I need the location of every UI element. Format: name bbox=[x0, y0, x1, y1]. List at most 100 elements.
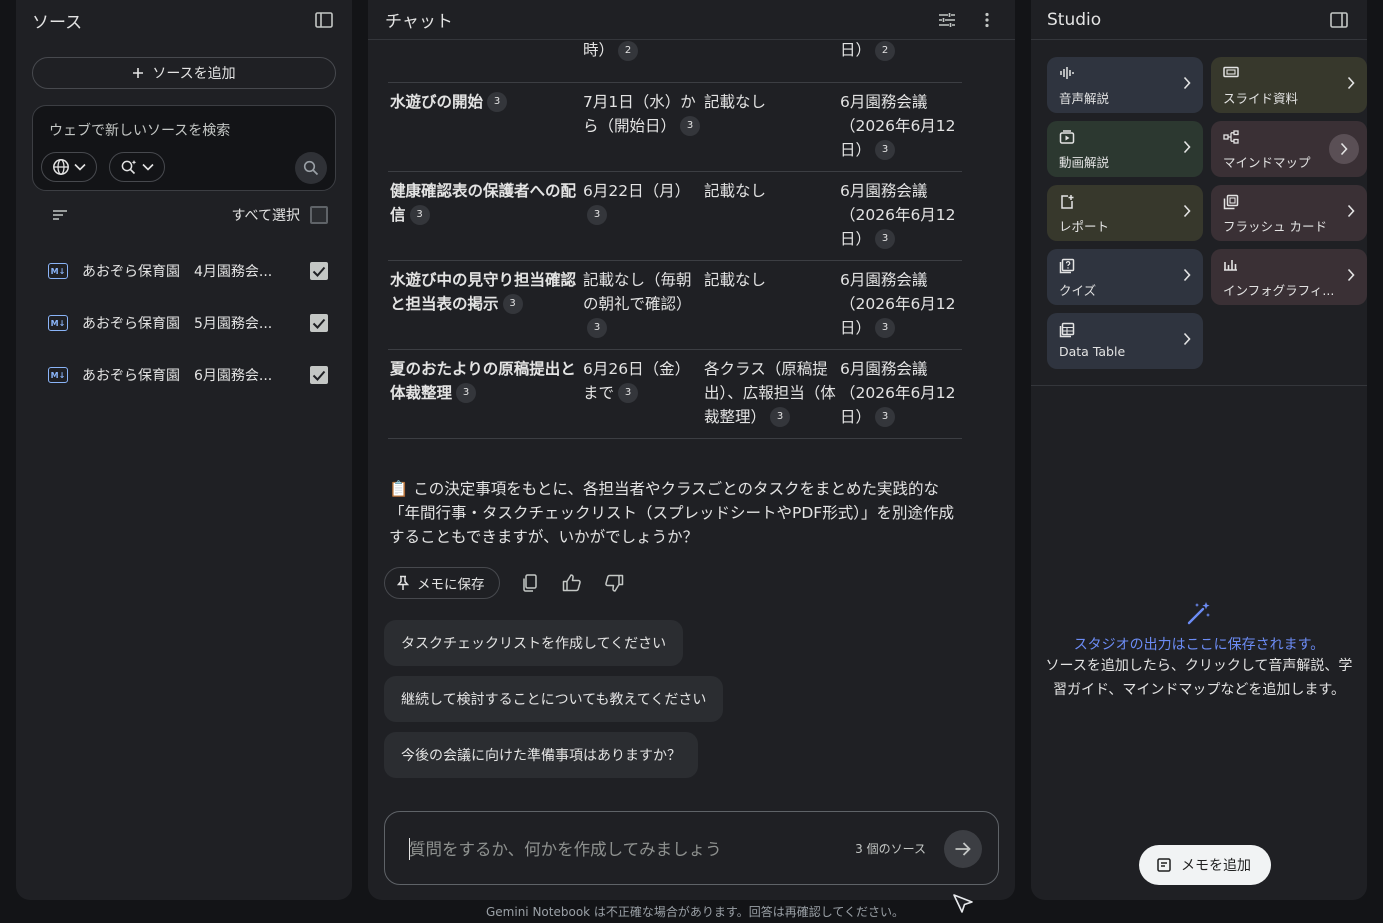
suggested-question-chip[interactable]: タスクチェックリストを作成してください bbox=[384, 620, 684, 666]
studio-tile-slides[interactable]: スライド資料 bbox=[1211, 57, 1367, 113]
studio-tile-infographic[interactable]: インフォグラフィ... bbox=[1211, 249, 1367, 305]
citation-chip[interactable]: 2 bbox=[618, 41, 639, 61]
chevron-right-icon[interactable] bbox=[1329, 134, 1359, 164]
source-count-label: 3 個のソース bbox=[855, 842, 926, 856]
web-search-box[interactable]: ウェブで新しいソースを検索 bbox=[32, 105, 336, 191]
citation-chip[interactable]: 3 bbox=[409, 205, 430, 225]
web-source-dropdown[interactable] bbox=[41, 152, 97, 182]
studio-tile-data-table[interactable]: Data Table bbox=[1047, 313, 1203, 369]
table-cell: 6月22日（月） 3 bbox=[581, 171, 702, 261]
citation-chip[interactable]: 3 bbox=[487, 92, 508, 112]
source-title: あおぞら保育園 6月園務会... bbox=[82, 368, 273, 384]
citation-chip[interactable]: 3 bbox=[875, 318, 896, 338]
citation-chip[interactable]: 3 bbox=[770, 407, 791, 427]
citation-chip[interactable]: 3 bbox=[618, 383, 639, 403]
studio-tile-mindmap[interactable]: マインドマップ bbox=[1211, 121, 1367, 177]
save-to-note-button[interactable]: メモに保存 bbox=[384, 567, 500, 599]
citation-chip[interactable]: 3 bbox=[875, 140, 896, 160]
more-vert-icon[interactable] bbox=[975, 8, 999, 32]
research-mode-dropdown[interactable] bbox=[109, 152, 165, 182]
suggested-question-chip[interactable]: 今後の会議に向けた準備事項はありますか？ bbox=[384, 732, 698, 778]
chevron-down-icon bbox=[74, 163, 86, 171]
table-cell: 記載なし bbox=[702, 171, 838, 261]
cell-text: （2026年5月15日） bbox=[840, 41, 872, 59]
studio-empty-body: ソースを追加したら、クリックして音声解説、学習ガイド、マインドマップなどを追加し… bbox=[1045, 658, 1353, 698]
add-source-button[interactable]: ソースを追加 bbox=[32, 57, 336, 89]
answer-paragraph: 📋 この決定事項をもとに、各担当者やクラスごとのタスクをまとめた実践的な「年間行… bbox=[389, 480, 954, 546]
source-checkbox[interactable] bbox=[310, 366, 328, 384]
report-icon bbox=[1059, 194, 1191, 210]
thumbs-up-icon[interactable] bbox=[560, 571, 584, 595]
source-list: M↓ あおぞら保育園 4月園務会... M↓ あおぞら保育園 5月園務会... … bbox=[16, 245, 352, 401]
table-cell: 6月園務会議（2026年6月12日） 3 bbox=[838, 349, 962, 439]
table-cell: 6月園務会議（2026年6月12日） 3 bbox=[838, 260, 962, 350]
chevron-down-icon bbox=[142, 163, 154, 171]
search-submit-button[interactable] bbox=[295, 152, 327, 184]
studio-panel: Studio 音声解説 スライド資料 動画解説 マインドマップ レポート フラッ… bbox=[1031, 0, 1367, 900]
cell-text: 水遊び中の見守り担当確認と担当表の掲示 bbox=[390, 270, 577, 313]
arrow-right-icon bbox=[954, 841, 972, 857]
studio-empty-title: スタジオの出力はここに保存されます。 bbox=[1073, 637, 1325, 653]
citation-chip[interactable]: 3 bbox=[587, 205, 607, 225]
cell-text: 水遊びの開始 bbox=[390, 92, 484, 111]
add-note-button[interactable]: メモを追加 bbox=[1139, 845, 1271, 885]
table-cell: 7月1日（水）から（開始日） 3 bbox=[581, 82, 702, 172]
tile-label: レポート bbox=[1059, 219, 1110, 234]
citation-chip[interactable]: 3 bbox=[502, 294, 523, 314]
source-checkbox[interactable] bbox=[310, 262, 328, 280]
cell-text: 7月1日（水）から（開始日） bbox=[583, 92, 696, 135]
table-cell: 各クラス（原稿提出）、広報担当（体裁整理） 3 bbox=[702, 349, 838, 439]
citation-chip[interactable]: 3 bbox=[456, 383, 477, 403]
mouse-cursor-icon bbox=[952, 893, 974, 915]
suggested-question-chip[interactable]: 継続して検討することについても教えてください bbox=[384, 676, 724, 722]
send-button[interactable] bbox=[944, 830, 982, 868]
table-cell: 記載なし（毎朝の朝礼で確認） 3 bbox=[581, 260, 702, 350]
magic-wand-icon bbox=[1186, 600, 1212, 626]
web-search-input[interactable]: ウェブで新しいソースを検索 bbox=[49, 120, 230, 140]
suggestion-text: タスクチェックリストを作成してください bbox=[401, 636, 667, 652]
select-all-checkbox[interactable] bbox=[310, 206, 328, 224]
citation-chip[interactable]: 3 bbox=[587, 318, 607, 338]
studio-tile-quiz[interactable]: クイズ bbox=[1047, 249, 1203, 305]
sources-header: ソース bbox=[16, 0, 352, 40]
source-item[interactable]: M↓ あおぞら保育園 4月園務会... bbox=[16, 245, 352, 297]
chat-input[interactable]: 質問をするか、何かを作成してみましょう bbox=[409, 836, 722, 860]
source-item[interactable]: M↓ あおぞら保育園 5月園務会... bbox=[16, 297, 352, 349]
studio-tile-video-overview[interactable]: 動画解説 bbox=[1047, 121, 1203, 177]
thumbs-down-icon[interactable] bbox=[602, 571, 626, 595]
tune-settings-icon[interactable] bbox=[935, 8, 959, 32]
source-title: あおぞら保育園 5月園務会... bbox=[82, 316, 273, 332]
collapse-panel-icon[interactable] bbox=[312, 8, 336, 32]
tile-label: インフォグラフィ... bbox=[1223, 283, 1335, 298]
suggestion-text: 今後の会議に向けた準備事項はありますか？ bbox=[401, 748, 681, 764]
cell-text: 6月園務会議（2026年6月12日） bbox=[840, 92, 956, 159]
chevron-right-icon bbox=[1183, 268, 1191, 282]
citation-chip[interactable]: 3 bbox=[680, 116, 701, 136]
decisions-table: 実施2 10:00（実施日時）2 （2026年5月15日）2 水遊びの開始3 7… bbox=[388, 41, 962, 439]
citation-chip[interactable]: 3 bbox=[875, 407, 896, 427]
chevron-right-icon bbox=[1347, 204, 1355, 218]
markdown-file-icon: M↓ bbox=[48, 263, 68, 279]
source-checkbox[interactable] bbox=[310, 314, 328, 332]
source-item[interactable]: M↓ あおぞら保育園 6月園務会... bbox=[16, 349, 352, 401]
copy-icon[interactable] bbox=[518, 571, 542, 595]
citation-chip[interactable]: 2 bbox=[875, 41, 896, 61]
table-cell: 水遊び中の見守り担当確認と担当表の掲示 3 bbox=[388, 260, 581, 350]
tile-label: 音声解説 bbox=[1059, 91, 1110, 106]
table-row: 夏のおたよりの原稿提出と体裁整理 3 6月26日（金）まで 3 各クラス（原稿提出）… bbox=[388, 349, 962, 439]
citation-chip[interactable]: 3 bbox=[875, 229, 896, 249]
flashcard-icon bbox=[1223, 194, 1355, 210]
collapse-panel-icon[interactable] bbox=[1327, 8, 1351, 32]
cell-text: 記載なし（毎朝の朝礼で確認） bbox=[583, 270, 692, 313]
studio-tile-report[interactable]: レポート bbox=[1047, 185, 1203, 241]
table-row: 健康確認表の保護者への配信 3 6月22日（月） 3 記載なし 6月園務会議（202… bbox=[388, 171, 962, 261]
table-cell: 記載なし bbox=[702, 260, 838, 350]
chat-composer[interactable]: 質問をするか、何かを作成してみましょう 3 個のソース bbox=[384, 811, 999, 885]
studio-tile-audio-overview[interactable]: 音声解説 bbox=[1047, 57, 1203, 113]
markdown-file-icon: M↓ bbox=[48, 367, 68, 383]
studio-tile-flashcards[interactable]: フラッシュ カード bbox=[1211, 185, 1367, 241]
chat-messages[interactable]: 実施2 10:00（実施日時）2 （2026年5月15日）2 水遊びの開始3 7… bbox=[368, 41, 1015, 796]
sort-icon[interactable] bbox=[52, 209, 68, 221]
suggestion-text: 継続して検討することについても教えてください bbox=[401, 692, 707, 708]
table-cell: 6月26日（金）まで 3 bbox=[581, 349, 702, 439]
